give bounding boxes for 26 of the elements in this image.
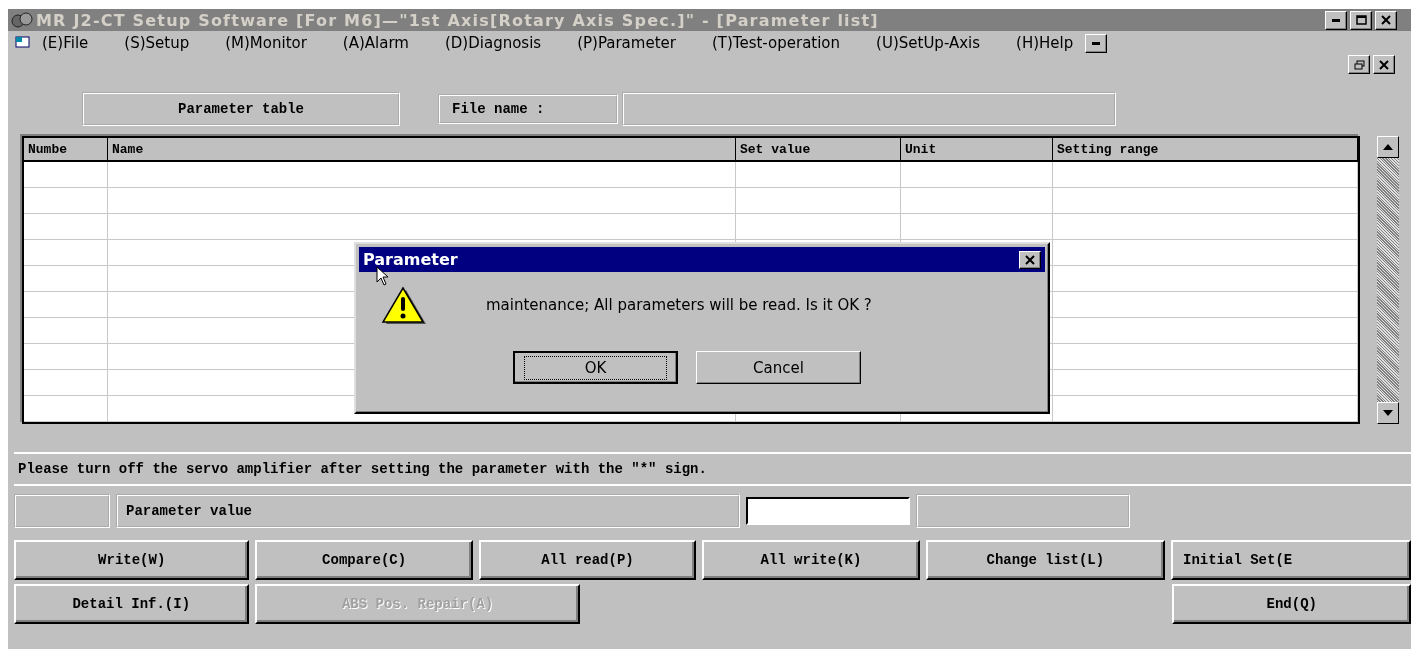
action-button[interactable]: All read(P): [478, 540, 697, 580]
action-button[interactable]: Initial Set(E: [1171, 540, 1411, 580]
menu-item[interactable]: (H)Help: [1016, 34, 1074, 52]
action-button[interactable]: Change list(L): [925, 540, 1165, 580]
action-button[interactable]: Write(W): [14, 540, 250, 580]
ok-button[interactable]: OK: [513, 351, 678, 384]
action-button[interactable]: Compare(C): [255, 540, 473, 580]
window-title: MR J2-CT Setup Software [For M6]—"1st Axis[Rotary Axis Spec.]" - [Parameter list]: [36, 10, 880, 30]
menu-item[interactable]: (S)Setup: [124, 34, 190, 52]
notice-message: Please turn off the servo amplifier after setting the parameter with the "*" sign.: [14, 452, 1411, 486]
action-button[interactable]: Detail Inf.(I): [14, 584, 249, 624]
dialog-title: Parameter: [363, 250, 458, 269]
file-name-label: File name :: [438, 94, 618, 124]
menu-item[interactable]: (U)SetUp-Axis: [876, 34, 981, 52]
dialog-message: maintenance; All parameters will be read. Is it OK ?: [486, 296, 872, 314]
cancel-button[interactable]: Cancel: [696, 351, 861, 384]
action-button[interactable]: End(Q): [1172, 584, 1411, 624]
menu-item[interactable]: (T)Test-operation: [711, 34, 841, 52]
parameter-value-label: Parameter value: [116, 494, 740, 528]
table-label: Parameter table: [82, 92, 400, 126]
menu-item[interactable]: (E)File: [42, 34, 89, 52]
menu-item[interactable]: (D)Diagnosis: [444, 34, 542, 52]
menu-item[interactable]: (A)Alarm: [342, 34, 409, 52]
menu-item[interactable]: (M)Monitor: [225, 34, 307, 52]
menu-item[interactable]: (P)Parameter: [577, 34, 676, 52]
action-button[interactable]: All write(K): [702, 540, 920, 580]
